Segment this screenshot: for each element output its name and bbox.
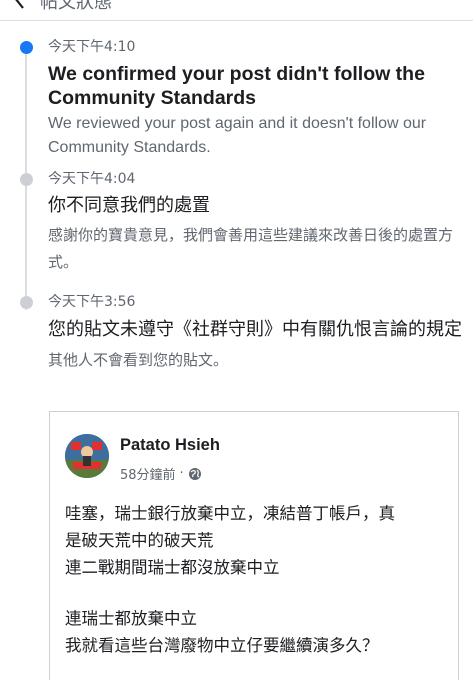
- post-line: 哇塞，瑞士銀行放棄中立，凍結普丁帳戶，真: [65, 504, 395, 523]
- timeline-dot-current: [20, 41, 33, 54]
- post-line: 連瑞士都放棄中立: [65, 609, 197, 628]
- entry-description: We reviewed your post again and it doesn…: [48, 115, 427, 156]
- entry-description: 感謝你的寶貴意見，我們會善用這些建議來改善日後的處置方式。: [48, 226, 454, 271]
- post-meta: 58分鐘前 ·: [120, 464, 202, 483]
- top-bar: 帖文狀態: [0, 0, 473, 21]
- entry-time: 今天下午4:10: [48, 39, 136, 55]
- timeline-dot: [20, 173, 33, 186]
- avatar[interactable]: [65, 434, 109, 478]
- entry-time: 今天下午4:04: [48, 171, 136, 187]
- post-preview-card[interactable]: Patato Hsieh 58分鐘前 · 哇塞，瑞士銀行放棄中立，凍結普丁帳戶，…: [49, 411, 459, 680]
- entry-title: 您的貼文未遵守《社群守則》中有關仇恨言論的規定: [48, 319, 462, 340]
- entry-title: We confirmed your post didn't follow the…: [48, 63, 425, 109]
- page-title: 帖文狀態: [40, 0, 112, 13]
- timeline-entry: 今天下午4:04 你不同意我們的處置 感謝你的寶貴意見，我們會善用這些建議來改善…: [48, 170, 463, 276]
- post-line: 我就看這些台灣廢物中立仔要繼續演多久？: [65, 636, 379, 655]
- post-body: 哇塞，瑞士銀行放棄中立，凍結普丁帳戶，真 是破天荒中的破天荒 連二戰期間瑞士都沒…: [65, 500, 450, 659]
- timeline-entry: 今天下午4:10 We confirmed your post didn't f…: [48, 38, 463, 160]
- entry-time: 今天下午3:56: [48, 294, 136, 310]
- timeline-dot: [20, 296, 33, 309]
- post-line: 是破天荒中的破天荒: [65, 531, 214, 550]
- entry-description: 其他人不會看到您的貼文。: [48, 351, 229, 369]
- globe-icon: [188, 467, 201, 480]
- post-time: 58分鐘前: [120, 468, 176, 483]
- entry-title: 你不同意我們的處置: [48, 195, 210, 216]
- timeline-entry: 今天下午3:56 您的貼文未遵守《社群守則》中有關仇恨言論的規定 其他人不會看到…: [48, 293, 463, 374]
- post-line: 連二戰期間瑞士都沒放棄中立: [65, 558, 280, 577]
- back-arrow-icon[interactable]: [12, 0, 26, 10]
- meta-separator: ·: [179, 466, 184, 481]
- post-author[interactable]: Patato Hsieh: [120, 436, 220, 455]
